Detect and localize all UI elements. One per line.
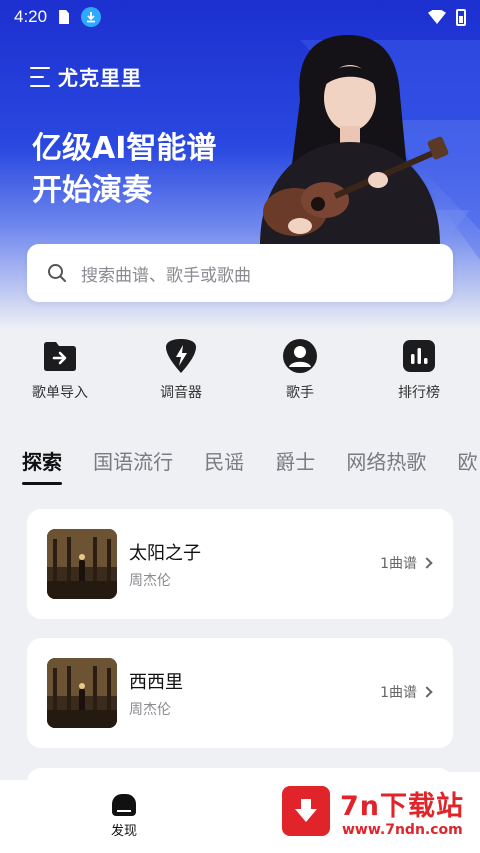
quick-item-tuner[interactable]: 调音器 xyxy=(131,338,231,402)
status-time: 4:20 xyxy=(14,7,48,26)
tab-explore[interactable]: 探索 xyxy=(22,446,62,485)
battery-icon xyxy=(456,8,466,26)
song-title: 太阳之子 xyxy=(129,543,201,564)
watermark-url: www.7ndn.com xyxy=(342,822,463,838)
watermark-brand: 7n下载站 xyxy=(340,791,465,822)
status-bar: 4:20 xyxy=(0,0,480,34)
app-name: 尤克里里 xyxy=(58,66,142,90)
quick-label: 歌单导入 xyxy=(32,385,88,401)
tab-jazz[interactable]: 爵士 xyxy=(275,446,315,475)
score-count-link[interactable]: 1曲谱 xyxy=(380,553,433,573)
tab-western[interactable]: 欧 xyxy=(457,446,477,475)
quick-item-singer[interactable]: 歌手 xyxy=(250,338,350,402)
guitar-pick-bolt-icon xyxy=(163,338,199,374)
download-notification-icon xyxy=(81,7,102,27)
menu-icon[interactable] xyxy=(30,66,50,87)
search-placeholder: 搜索曲谱、歌手或歌曲 xyxy=(81,265,251,286)
tab-internet-hits[interactable]: 网络热歌 xyxy=(346,446,426,475)
album-cover xyxy=(47,658,117,728)
song-card[interactable]: 太阳之子 周杰伦 1曲谱 xyxy=(27,509,453,619)
song-artist: 周杰伦 xyxy=(129,573,171,589)
quick-item-ranking[interactable]: 排行榜 xyxy=(369,338,469,402)
hero-slogan: 亿级AI智能谱 开始演奏 xyxy=(32,128,216,212)
category-tabs: 探索 国语流行 民谣 爵士 网络热歌 欧 xyxy=(22,446,480,486)
person-icon xyxy=(282,338,318,374)
quick-label: 歌手 xyxy=(286,385,314,401)
chevron-right-icon xyxy=(421,557,433,569)
watermark: 7n下载站 www.7ndn.com xyxy=(268,772,480,853)
song-title: 西西里 xyxy=(129,672,183,693)
song-card[interactable]: 西西里 周杰伦 1曲谱 xyxy=(27,638,453,748)
download-arrow-icon xyxy=(282,786,330,836)
quick-label: 排行榜 xyxy=(398,385,440,401)
bar-chart-icon xyxy=(401,338,437,374)
quick-actions: 歌单导入 调音器 歌手 排行榜 xyxy=(0,338,480,408)
score-count: 1曲谱 xyxy=(380,556,417,572)
nav-label: 发现 xyxy=(110,824,137,839)
tab-mandarin-pop[interactable]: 国语流行 xyxy=(93,446,173,475)
tab-folk[interactable]: 民谣 xyxy=(204,446,244,475)
score-count-link[interactable]: 1曲谱 xyxy=(380,682,433,702)
quick-item-playlist-import[interactable]: 歌单导入 xyxy=(10,338,110,402)
brand-header: 尤克里里 xyxy=(30,62,142,91)
search-input[interactable]: 搜索曲谱、歌手或歌曲 xyxy=(27,244,453,302)
performer-image xyxy=(260,35,449,245)
slogan-line-2: 开始演奏 xyxy=(32,173,152,208)
search-icon xyxy=(48,264,66,282)
chevron-right-icon xyxy=(421,686,433,698)
album-cover xyxy=(47,529,117,599)
slogan-line-1: 亿级AI智能谱 xyxy=(32,131,217,166)
nav-item-discover[interactable]: 发现 xyxy=(96,794,152,839)
folder-arrow-icon xyxy=(42,338,78,374)
sim-card-icon xyxy=(59,10,70,24)
wifi-icon xyxy=(428,10,446,24)
discover-icon xyxy=(112,794,136,816)
song-artist: 周杰伦 xyxy=(129,702,171,718)
score-count: 1曲谱 xyxy=(380,685,417,701)
quick-label: 调音器 xyxy=(160,385,202,401)
